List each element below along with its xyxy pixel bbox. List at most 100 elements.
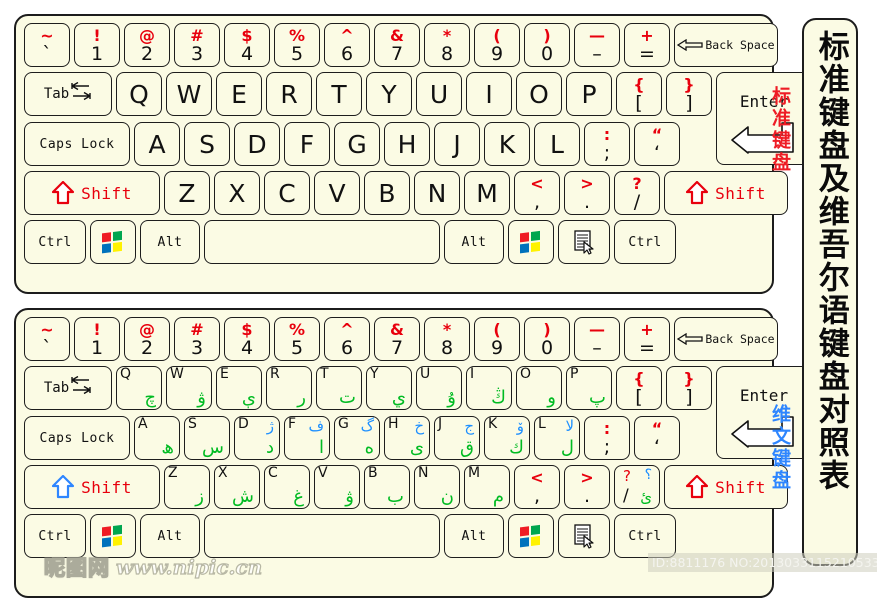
key-y[interactable]: Y bbox=[366, 72, 412, 116]
key-slash[interactable]: ? / bbox=[614, 171, 660, 215]
key-backspace[interactable]: Back Space bbox=[674, 317, 778, 361]
key-w[interactable]: W ۋ bbox=[166, 366, 212, 410]
key-quote[interactable]: “ ‘ bbox=[634, 416, 680, 460]
key-z[interactable]: Z ز bbox=[164, 465, 210, 509]
key-bracket-left[interactable]: { [ bbox=[616, 366, 662, 410]
key-comma[interactable]: < , bbox=[514, 465, 560, 509]
key-caps-lock[interactable]: Caps Lock bbox=[24, 122, 130, 166]
key-k[interactable]: K bbox=[484, 122, 530, 166]
key-w[interactable]: W bbox=[166, 72, 212, 116]
key-context-menu[interactable] bbox=[558, 514, 610, 558]
key-windows-left[interactable] bbox=[90, 514, 136, 558]
key-space[interactable] bbox=[204, 220, 440, 264]
key-enter[interactable]: Enter bbox=[716, 366, 812, 459]
key-1[interactable]: ! 1 bbox=[74, 317, 120, 361]
key-9[interactable]: ( 9 bbox=[474, 317, 520, 361]
key-shift-left[interactable]: Shift bbox=[24, 171, 160, 215]
key-shift-right[interactable]: Shift bbox=[664, 171, 788, 215]
key-equal[interactable]: + = bbox=[624, 317, 670, 361]
key-t[interactable]: T bbox=[316, 72, 362, 116]
key-ctrl-right[interactable]: Ctrl bbox=[614, 514, 676, 558]
key-s[interactable]: S س bbox=[184, 416, 230, 460]
key-e[interactable]: E ې bbox=[216, 366, 262, 410]
key-l[interactable]: L لا ل bbox=[534, 416, 580, 460]
key-i[interactable]: I bbox=[466, 72, 512, 116]
key-r[interactable]: R ر bbox=[266, 366, 312, 410]
key-9[interactable]: ( 9 bbox=[474, 23, 520, 67]
key-period[interactable]: > . bbox=[564, 465, 610, 509]
key-g[interactable]: G گ ە bbox=[334, 416, 380, 460]
key-5[interactable]: % 5 bbox=[274, 23, 320, 67]
key-x[interactable]: X bbox=[214, 171, 260, 215]
key-c[interactable]: C bbox=[264, 171, 310, 215]
key-6[interactable]: ^ 6 bbox=[324, 317, 370, 361]
key-tab[interactable]: Tab bbox=[24, 72, 112, 116]
key-space[interactable] bbox=[204, 514, 440, 558]
key-3[interactable]: # 3 bbox=[174, 23, 220, 67]
key-q[interactable]: Q bbox=[116, 72, 162, 116]
key-ctrl-right[interactable]: Ctrl bbox=[614, 220, 676, 264]
key-t[interactable]: T ت bbox=[316, 366, 362, 410]
key-r[interactable]: R bbox=[266, 72, 312, 116]
key-bracket-right[interactable]: } ] bbox=[666, 366, 712, 410]
key-m[interactable]: M م bbox=[464, 465, 510, 509]
key-semicolon[interactable]: : ; bbox=[584, 416, 630, 460]
key-j[interactable]: J bbox=[434, 122, 480, 166]
key-n[interactable]: N ن bbox=[414, 465, 460, 509]
key-6[interactable]: ^ 6 bbox=[324, 23, 370, 67]
key-v[interactable]: V bbox=[314, 171, 360, 215]
key-d[interactable]: D ژ د bbox=[234, 416, 280, 460]
key-comma[interactable]: < , bbox=[514, 171, 560, 215]
key-u[interactable]: U ۇ bbox=[416, 366, 462, 410]
key-c[interactable]: C غ bbox=[264, 465, 310, 509]
key-slash[interactable]: ? / ؟ ئ bbox=[614, 465, 660, 509]
key-p[interactable]: P bbox=[566, 72, 612, 116]
key-alt-right[interactable]: Alt bbox=[444, 220, 504, 264]
key-minus[interactable]: — – bbox=[574, 23, 620, 67]
key-0[interactable]: ) 0 bbox=[524, 317, 570, 361]
key-o[interactable]: O bbox=[516, 72, 562, 116]
key-f[interactable]: F bbox=[284, 122, 330, 166]
key-bracket-right[interactable]: } ] bbox=[666, 72, 712, 116]
key-ctrl-left[interactable]: Ctrl bbox=[24, 220, 86, 264]
key-backquote[interactable]: ~ ` bbox=[24, 317, 70, 361]
key-2[interactable]: @ 2 bbox=[124, 23, 170, 67]
key-b[interactable]: B bbox=[364, 171, 410, 215]
key-b[interactable]: B ب bbox=[364, 465, 410, 509]
key-s[interactable]: S bbox=[184, 122, 230, 166]
key-tab[interactable]: Tab bbox=[24, 366, 112, 410]
key-caps-lock[interactable]: Caps Lock bbox=[24, 416, 130, 460]
key-bracket-left[interactable]: { [ bbox=[616, 72, 662, 116]
key-8[interactable]: * 8 bbox=[424, 317, 470, 361]
key-0[interactable]: ) 0 bbox=[524, 23, 570, 67]
key-7[interactable]: & 7 bbox=[374, 23, 420, 67]
key-1[interactable]: ! 1 bbox=[74, 23, 120, 67]
key-8[interactable]: * 8 bbox=[424, 23, 470, 67]
key-windows-right[interactable] bbox=[508, 220, 554, 264]
key-i[interactable]: I ڭ bbox=[466, 366, 512, 410]
key-5[interactable]: % 5 bbox=[274, 317, 320, 361]
key-f[interactable]: F ف ا bbox=[284, 416, 330, 460]
key-p[interactable]: P پ bbox=[566, 366, 612, 410]
key-x[interactable]: X ش bbox=[214, 465, 260, 509]
key-minus[interactable]: — – bbox=[574, 317, 620, 361]
key-m[interactable]: M bbox=[464, 171, 510, 215]
key-u[interactable]: U bbox=[416, 72, 462, 116]
key-alt-left[interactable]: Alt bbox=[140, 514, 200, 558]
key-period[interactable]: > . bbox=[564, 171, 610, 215]
key-4[interactable]: $ 4 bbox=[224, 23, 270, 67]
key-shift-left[interactable]: Shift bbox=[24, 465, 160, 509]
key-windows-right[interactable] bbox=[508, 514, 554, 558]
key-d[interactable]: D bbox=[234, 122, 280, 166]
key-q[interactable]: Q چ bbox=[116, 366, 162, 410]
key-g[interactable]: G bbox=[334, 122, 380, 166]
key-k[interactable]: K ۆ ك bbox=[484, 416, 530, 460]
key-o[interactable]: O و bbox=[516, 366, 562, 410]
key-windows-left[interactable] bbox=[90, 220, 136, 264]
key-n[interactable]: N bbox=[414, 171, 460, 215]
key-backspace[interactable]: Back Space bbox=[674, 23, 778, 67]
key-y[interactable]: Y ي bbox=[366, 366, 412, 410]
key-h[interactable]: H خ ى bbox=[384, 416, 430, 460]
key-h[interactable]: H bbox=[384, 122, 430, 166]
key-a[interactable]: A ھ bbox=[134, 416, 180, 460]
